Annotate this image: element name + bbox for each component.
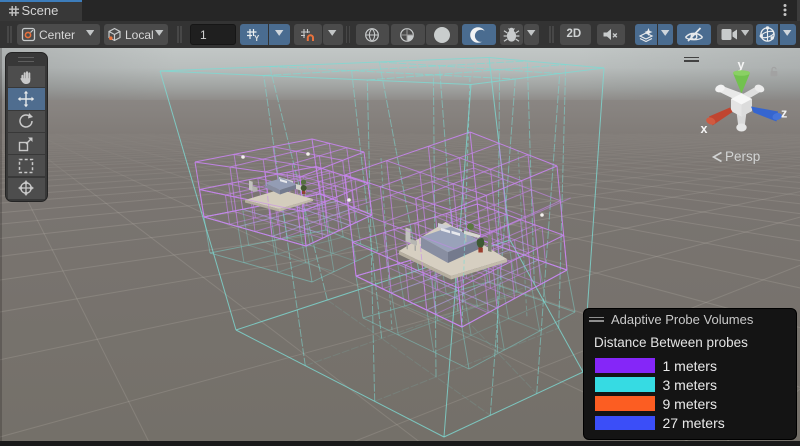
svg-text:x: x <box>701 122 708 136</box>
svg-text:z: z <box>781 107 787 121</box>
svg-text:Y: Y <box>254 34 260 42</box>
svg-text:y: y <box>738 58 745 72</box>
